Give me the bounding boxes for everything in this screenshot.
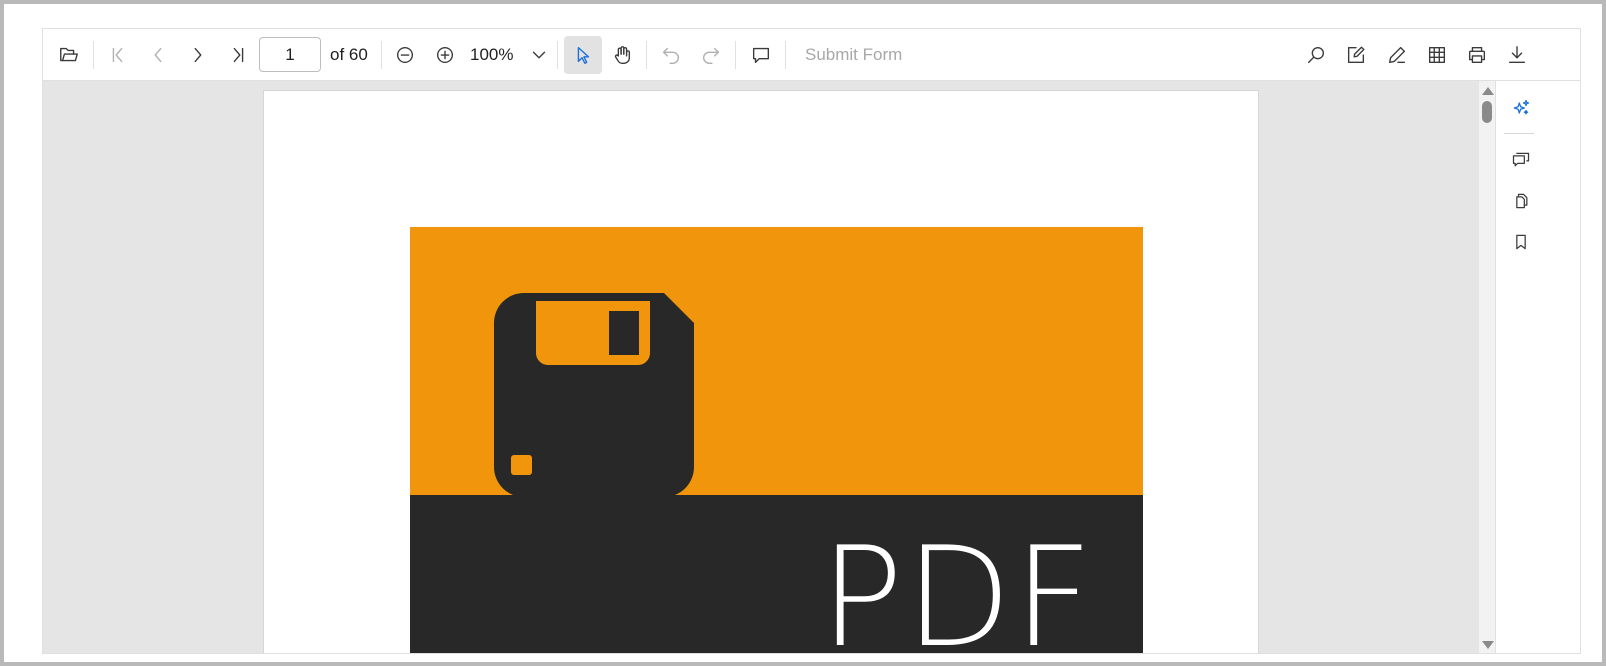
add-comment-button[interactable]: [743, 37, 779, 73]
previous-page-icon: [154, 47, 162, 63]
folder-open-icon: [60, 47, 78, 62]
form-designer-icon: [1428, 46, 1446, 64]
previous-page-button[interactable]: [140, 37, 176, 73]
comments-panel-button[interactable]: [1504, 143, 1538, 177]
next-page-icon: [194, 47, 202, 63]
redo-icon: [703, 47, 720, 64]
vertical-scrollbar[interactable]: [1479, 81, 1495, 653]
next-page-button[interactable]: [180, 37, 216, 73]
print-icon: [1468, 46, 1486, 64]
zoom-out-button[interactable]: [387, 37, 423, 73]
toolbar-divider: [646, 41, 647, 69]
first-page-button[interactable]: [100, 37, 136, 73]
edit-annotation-icon: [1347, 46, 1365, 64]
main-toolbar: of 60 100%: [43, 29, 1580, 81]
zoom-in-icon: [436, 46, 454, 64]
print-button[interactable]: [1459, 37, 1495, 73]
pen-icon: [1388, 46, 1406, 64]
undo-icon: [662, 47, 679, 64]
page-count-label: of 60: [330, 45, 368, 64]
ai-assist-button[interactable]: [1504, 91, 1538, 125]
bookmark-icon: [1516, 234, 1526, 250]
cover-title-text: PDF: [820, 517, 1095, 654]
selection-tool-button[interactable]: [564, 36, 602, 74]
pdf-viewer: of 60 100%: [42, 28, 1581, 654]
toolbar-divider: [785, 41, 786, 69]
draw-ink-button[interactable]: [1379, 37, 1415, 73]
right-side-panel: [1495, 81, 1580, 653]
current-page-input[interactable]: [259, 37, 321, 72]
toolbar-divider: [735, 41, 736, 69]
scroll-down-arrow[interactable]: [1482, 641, 1494, 649]
first-page-icon: [112, 47, 123, 63]
zoom-dropdown-button[interactable]: [521, 37, 557, 73]
search-icon: [1307, 46, 1325, 64]
text-select-cursor-icon: [577, 46, 590, 64]
edit-annotation-button[interactable]: [1338, 37, 1374, 73]
app-frame: of 60 100%: [0, 0, 1606, 666]
submit-form-button[interactable]: Submit Form: [805, 45, 902, 65]
bookmarks-button[interactable]: [1504, 225, 1538, 259]
download-button[interactable]: [1499, 37, 1535, 73]
last-page-icon: [233, 47, 244, 63]
form-designer-button[interactable]: [1419, 37, 1455, 73]
scrollbar-thumb[interactable]: [1482, 101, 1492, 123]
document-viewport[interactable]: PDF: [43, 81, 1479, 654]
undo-button[interactable]: [653, 37, 689, 73]
pdf-page: PDF: [263, 90, 1259, 654]
sparkle-ai-icon: [1513, 99, 1530, 115]
redo-button[interactable]: [693, 37, 729, 73]
zoom-level-value[interactable]: 100%: [470, 45, 513, 65]
search-button[interactable]: [1298, 37, 1334, 73]
download-icon: [1508, 46, 1526, 64]
toolbar-divider: [557, 41, 558, 69]
pan-hand-icon: [614, 46, 631, 64]
zoom-out-icon: [396, 46, 414, 64]
page-thumbnails-icon: [1516, 193, 1528, 209]
open-file-button[interactable]: [51, 37, 87, 73]
chevron-down-icon: [532, 51, 546, 59]
floppy-disk-icon: [494, 293, 694, 497]
comments-panel-icon: [1512, 152, 1530, 167]
comment-icon: [752, 47, 770, 64]
page-thumbnails-button[interactable]: [1504, 184, 1538, 218]
toolbar-divider: [93, 41, 94, 69]
side-panel-divider: [1504, 133, 1534, 134]
toolbar-divider: [381, 41, 382, 69]
pan-tool-button[interactable]: [604, 37, 640, 73]
zoom-in-button[interactable]: [427, 37, 463, 73]
last-page-button[interactable]: [220, 37, 256, 73]
scroll-up-arrow[interactable]: [1482, 87, 1494, 95]
